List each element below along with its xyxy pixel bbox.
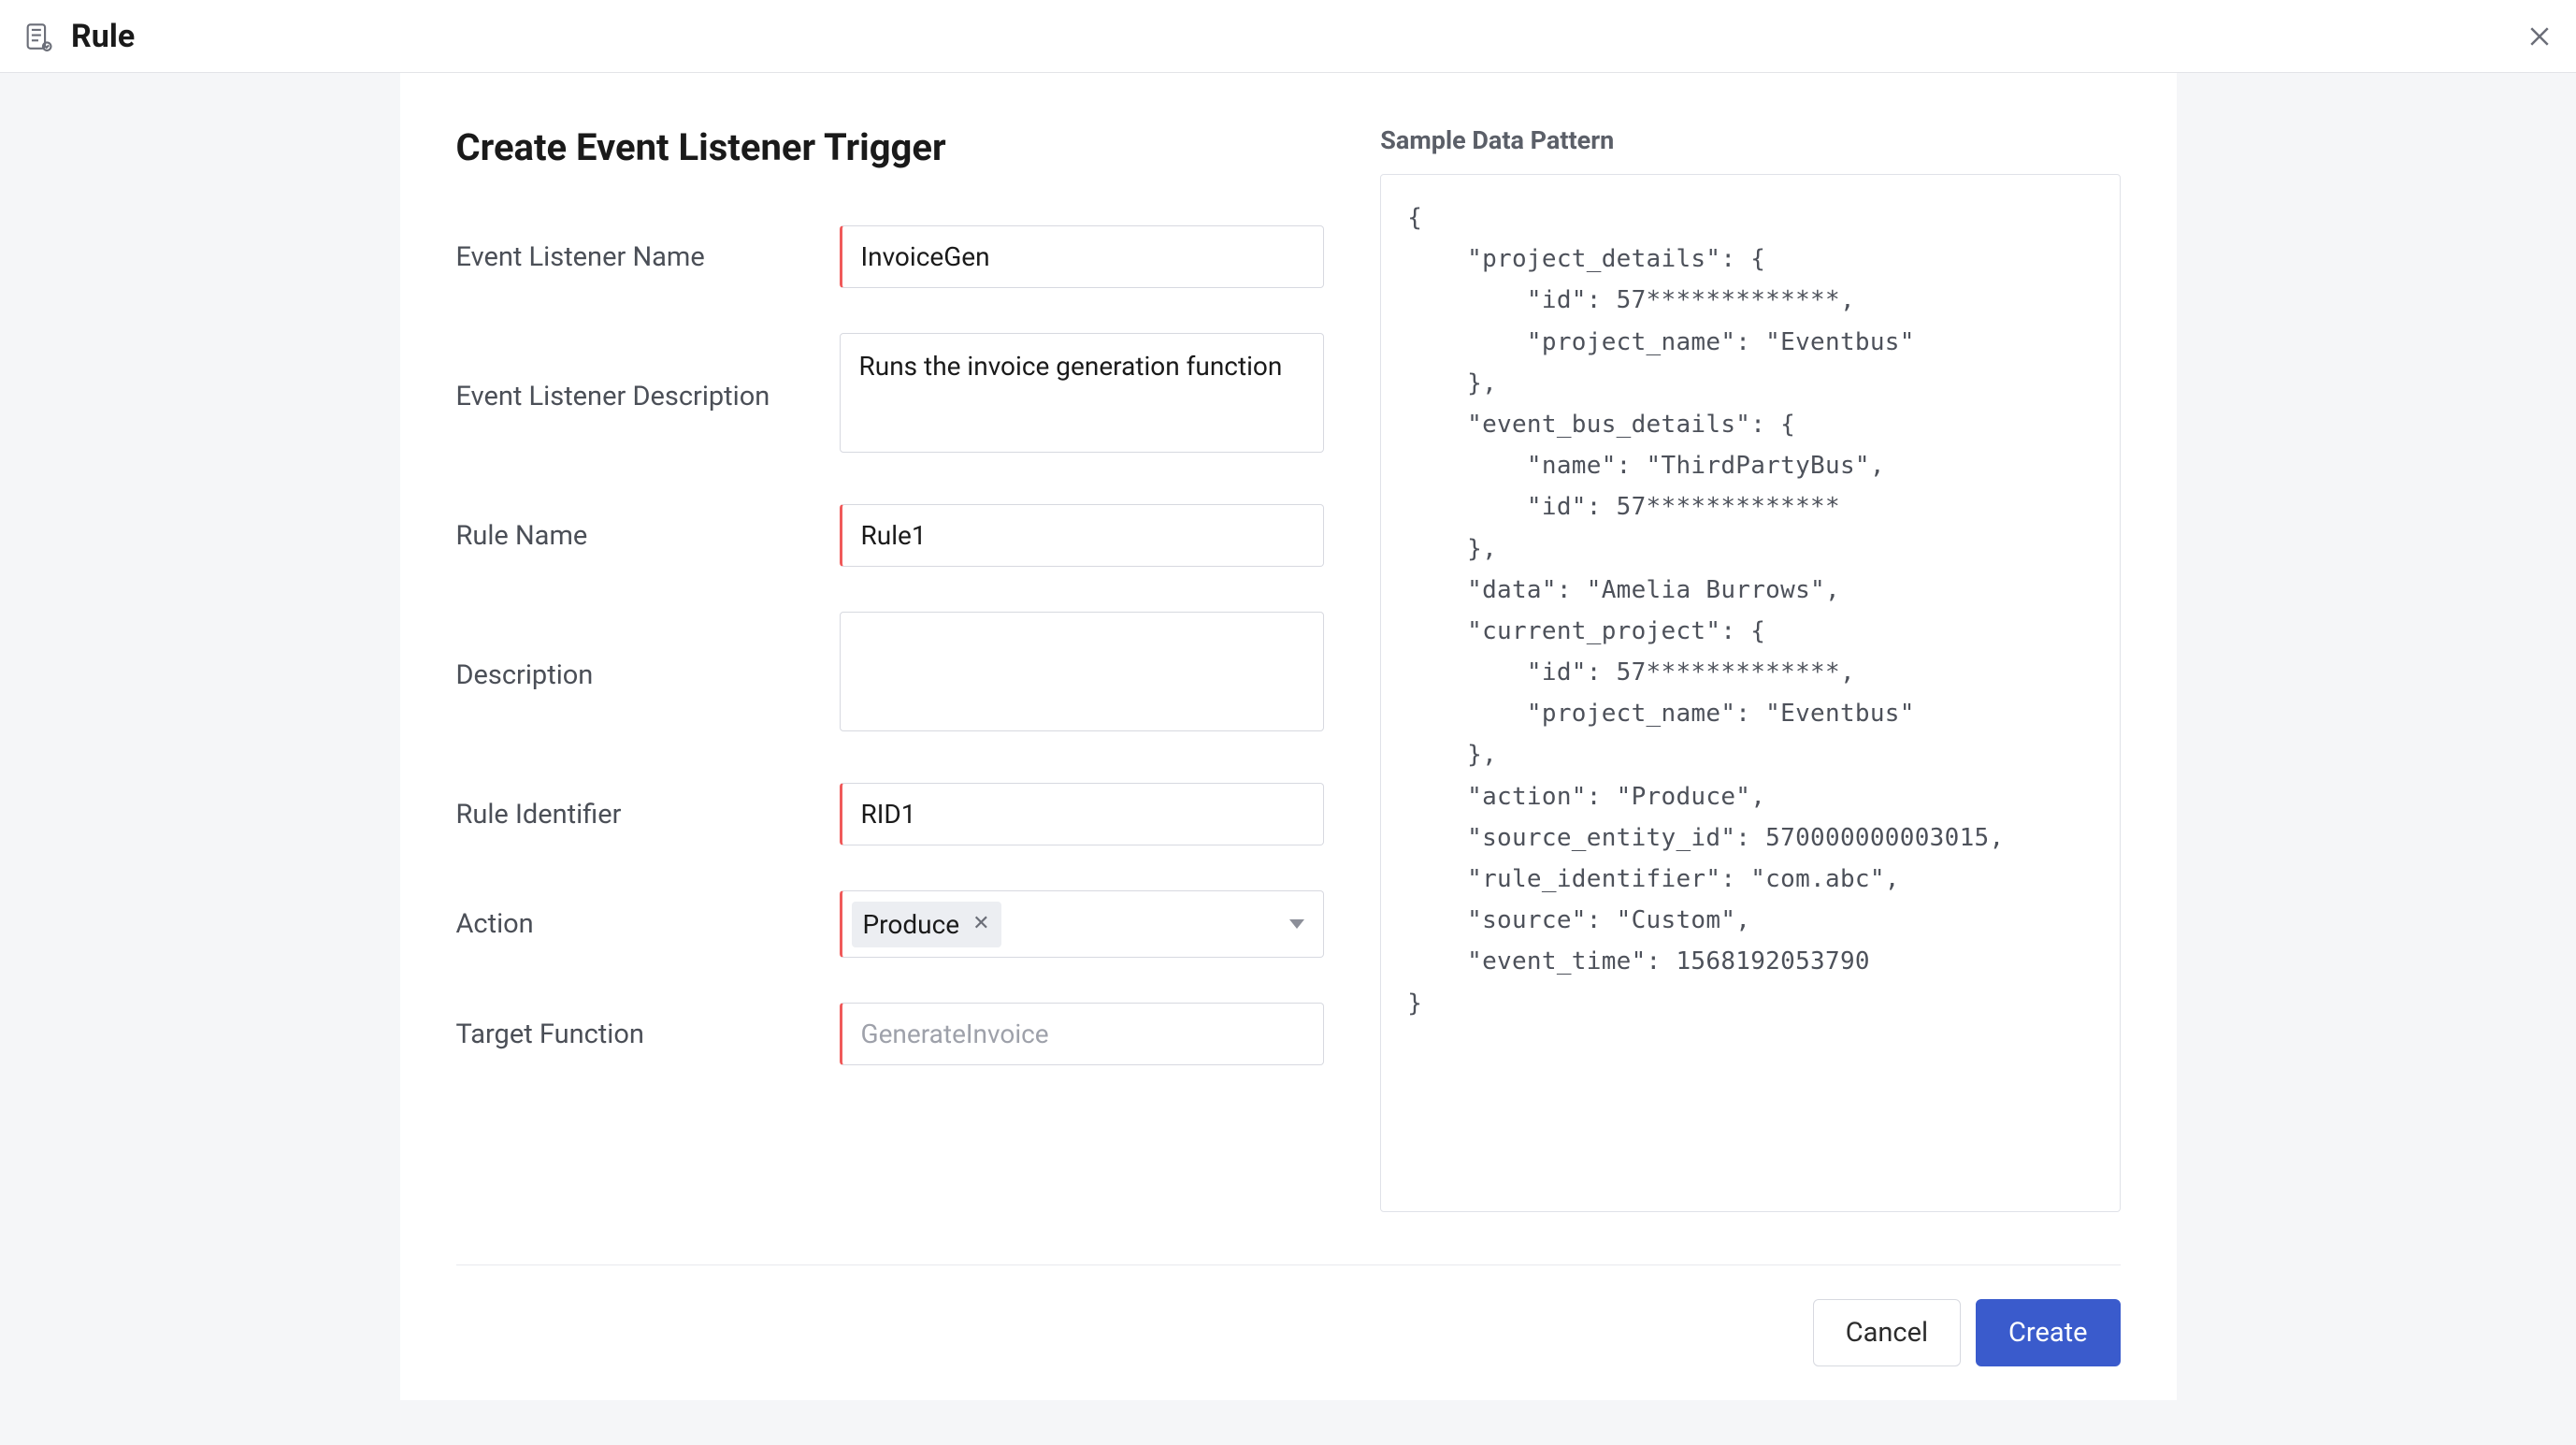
input-rule-identifier[interactable] <box>840 783 1325 845</box>
create-button[interactable]: Create <box>1976 1299 2120 1366</box>
label-action: Action <box>456 908 840 940</box>
label-description: Description <box>456 659 840 691</box>
header-title: Rule <box>71 18 135 55</box>
sample-json-box: { "project_details": { "id": 57*********… <box>1380 174 2120 1212</box>
label-target-function: Target Function <box>456 1019 840 1050</box>
sample-column: Sample Data Pattern { "project_details":… <box>1380 125 2120 1212</box>
label-event-listener-description: Event Listener Description <box>456 381 840 412</box>
chip-action: Produce ✕ <box>852 902 1001 947</box>
footer: Cancel Create <box>456 1264 2121 1400</box>
close-icon[interactable] <box>2526 22 2554 51</box>
sample-title: Sample Data Pattern <box>1380 125 2120 155</box>
chip-action-remove-icon[interactable]: ✕ <box>972 914 989 934</box>
input-rule-name[interactable] <box>840 504 1325 567</box>
select-action[interactable]: Produce ✕ <box>840 890 1325 958</box>
label-rule-name: Rule Name <box>456 520 840 552</box>
label-event-listener-name: Event Listener Name <box>456 241 840 273</box>
label-rule-identifier: Rule Identifier <box>456 799 840 831</box>
main-panel: Create Event Listener Trigger Event List… <box>400 73 2177 1400</box>
modal-header: Rule <box>0 0 2576 73</box>
header-left: Rule <box>22 18 135 55</box>
input-target-function[interactable] <box>840 1003 1325 1065</box>
input-event-listener-name[interactable] <box>840 225 1325 288</box>
form-column: Create Event Listener Trigger Event List… <box>456 125 1325 1110</box>
chevron-down-icon <box>1289 919 1304 929</box>
form-title: Create Event Listener Trigger <box>456 125 1325 169</box>
chip-action-label: Produce <box>863 909 960 940</box>
rule-icon <box>22 21 54 52</box>
input-description[interactable] <box>840 612 1325 731</box>
input-event-listener-description[interactable]: Runs the invoice generation function <box>840 333 1325 453</box>
cancel-button[interactable]: Cancel <box>1813 1299 1961 1366</box>
